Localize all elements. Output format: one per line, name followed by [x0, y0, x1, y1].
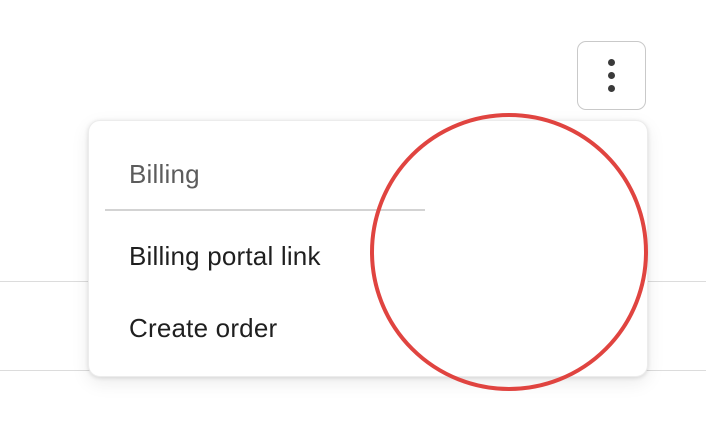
more-actions-button[interactable] — [577, 41, 646, 110]
more-vertical-icon — [608, 85, 615, 92]
menu-divider — [105, 209, 425, 211]
menu-section-label: Billing — [129, 159, 200, 189]
more-vertical-icon — [608, 72, 615, 79]
menu-item-billing-portal-link[interactable]: Billing portal link — [129, 241, 321, 272]
more-vertical-icon — [608, 59, 615, 66]
actions-dropdown-menu: Billing Billing portal link Create order — [88, 120, 648, 377]
menu-item-create-order[interactable]: Create order — [129, 313, 277, 344]
page: Billing Billing portal link Create order — [0, 0, 706, 428]
